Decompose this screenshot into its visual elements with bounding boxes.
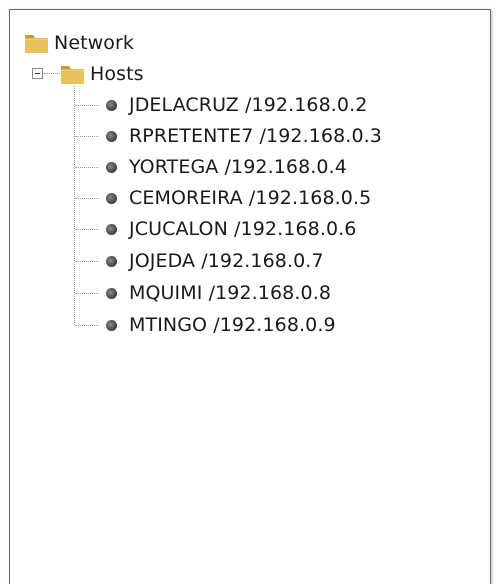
host-label: MQUIMI /192.168.0.8 bbox=[129, 282, 332, 304]
host-label: CEMOREIRA /192.168.0.5 bbox=[129, 187, 372, 209]
network-tree-panel: Network Hosts JDELACRUZ /192.168.0.2 RPR… bbox=[9, 9, 491, 584]
host-icon bbox=[106, 223, 117, 235]
host-icon bbox=[106, 255, 117, 267]
tree-connector bbox=[75, 167, 99, 168]
host-label: RPRETENTE7 /192.168.0.3 bbox=[129, 125, 382, 147]
tree-connector bbox=[75, 105, 99, 106]
tree-connector bbox=[75, 325, 99, 326]
host-icon bbox=[106, 130, 117, 142]
tree-connector bbox=[75, 229, 99, 230]
tree-connector bbox=[74, 86, 75, 325]
host-icon bbox=[106, 319, 117, 331]
host-label: YORTEGA /192.168.0.4 bbox=[129, 156, 347, 178]
host-item[interactable]: MTINGO /192.168.0.9 bbox=[106, 310, 336, 340]
tree-connector bbox=[75, 198, 99, 199]
host-label: JOJEDA /192.168.0.7 bbox=[129, 250, 324, 272]
collapse-toggle[interactable] bbox=[32, 68, 43, 79]
host-item[interactable]: JCUCALON /192.168.0.6 bbox=[106, 214, 356, 244]
host-item[interactable]: MQUIMI /192.168.0.8 bbox=[106, 278, 331, 308]
host-icon bbox=[106, 161, 117, 173]
tree-connector bbox=[75, 261, 99, 262]
host-label: JCUCALON /192.168.0.6 bbox=[129, 218, 357, 240]
host-icon bbox=[106, 192, 117, 204]
tree-node-label: Network bbox=[54, 32, 135, 54]
host-item[interactable]: JDELACRUZ /192.168.0.2 bbox=[106, 90, 367, 120]
network-tree: Network Hosts JDELACRUZ /192.168.0.2 RPR… bbox=[10, 10, 490, 584]
host-item[interactable]: YORTEGA /192.168.0.4 bbox=[106, 152, 347, 182]
host-item[interactable]: JOJEDA /192.168.0.7 bbox=[106, 246, 324, 276]
tree-node-network[interactable]: Network bbox=[24, 28, 134, 58]
tree-connector bbox=[75, 293, 99, 294]
folder-icon bbox=[24, 30, 50, 56]
host-item[interactable]: RPRETENTE7 /192.168.0.3 bbox=[106, 121, 382, 151]
host-item[interactable]: CEMOREIRA /192.168.0.5 bbox=[106, 183, 371, 213]
tree-node-hosts[interactable]: Hosts bbox=[60, 59, 144, 89]
host-label: JDELACRUZ /192.168.0.2 bbox=[129, 94, 368, 116]
host-label: MTINGO /192.168.0.9 bbox=[129, 314, 336, 336]
host-icon bbox=[106, 99, 117, 111]
tree-connector bbox=[75, 136, 99, 137]
host-icon bbox=[106, 287, 117, 299]
tree-node-label: Hosts bbox=[90, 63, 144, 85]
folder-icon bbox=[60, 61, 86, 87]
